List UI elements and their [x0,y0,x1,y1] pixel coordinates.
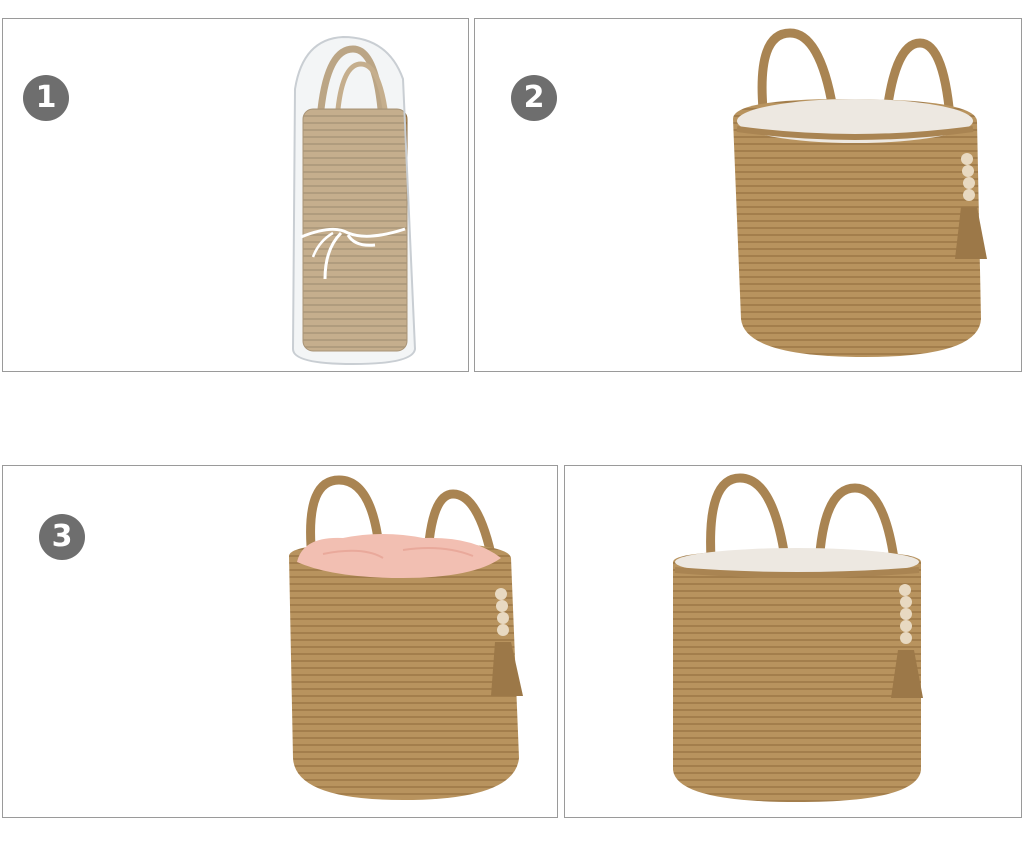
jute-basket-icon [733,28,987,357]
panel-step-1: 1 [2,18,469,372]
panel-step-2: 2 [474,18,1022,372]
product-image-grid: 1 2 3 [0,0,1024,862]
jute-basket-icon [673,473,923,802]
panel-front-view [564,465,1022,818]
basket-with-blanket-icon [289,475,523,800]
packaged-basket-icon [291,35,417,366]
panel-step-3: 3 [2,465,558,818]
